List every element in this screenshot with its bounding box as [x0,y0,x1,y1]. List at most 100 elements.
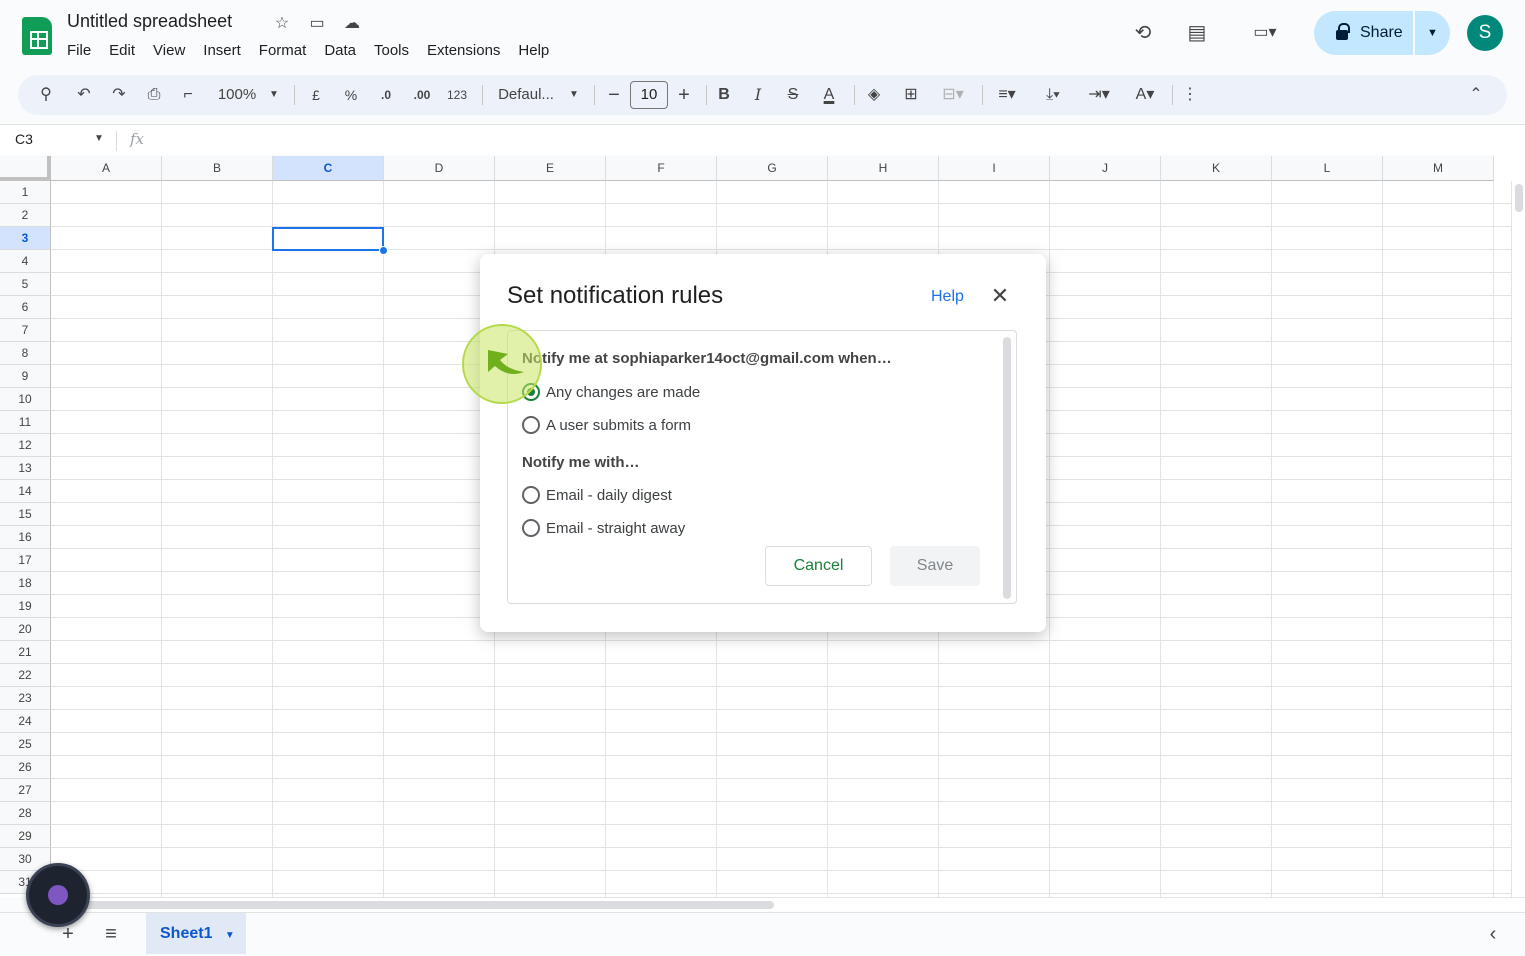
name-box-chevron-down-icon[interactable]: ▼ [94,133,104,144]
collapse-toolbar-icon[interactable]: ⌃ [1464,75,1488,115]
column-header-b[interactable]: B [162,156,273,181]
row-header-25[interactable]: 25 [0,733,51,756]
horizontal-align-icon[interactable]: ≡▾ [988,75,1026,115]
decrease-font-size-icon[interactable]: − [604,75,624,115]
row-header-11[interactable]: 11 [0,411,51,434]
row-header-13[interactable]: 13 [0,457,51,480]
borders-icon[interactable]: ⊞ [899,75,923,115]
row-header-9[interactable]: 9 [0,365,51,388]
more-options-icon[interactable]: ⋮ [1180,75,1200,115]
close-icon[interactable]: ✕ [988,284,1012,308]
format-currency-button[interactable]: £ [306,75,326,115]
column-header-h[interactable]: H [828,156,939,181]
row-header-5[interactable]: 5 [0,273,51,296]
radio-straight-away[interactable]: Email - straight away [522,518,685,538]
italic-button[interactable]: I [748,75,768,115]
row-header-8[interactable]: 8 [0,342,51,365]
increase-font-size-icon[interactable]: + [674,75,694,115]
text-color-icon[interactable]: A [818,75,840,115]
text-wrapping-icon[interactable]: ⇥▾ [1080,75,1118,115]
font-size-input[interactable]: 10 [630,81,668,109]
cloud-status-icon[interactable]: ☁ [341,13,363,35]
select-all-corner[interactable] [0,156,51,181]
increase-decimal-button[interactable]: .00 [408,75,436,115]
share-dropdown-button[interactable]: ▼ [1415,11,1450,55]
row-header-10[interactable]: 10 [0,388,51,411]
column-header-j[interactable]: J [1050,156,1161,181]
menu-tools[interactable]: Tools [365,40,418,62]
column-header-c[interactable]: C [273,156,384,181]
selected-cell[interactable] [272,227,384,251]
sheet-tab-sheet1[interactable]: Sheet1 ▼ [146,913,246,954]
share-button[interactable]: Share [1314,11,1413,55]
menu-view[interactable]: View [144,40,194,62]
star-icon[interactable]: ☆ [271,13,293,35]
column-header-m[interactable]: M [1383,156,1494,181]
row-header-16[interactable]: 16 [0,526,51,549]
row-header-15[interactable]: 15 [0,503,51,526]
row-header-19[interactable]: 19 [0,595,51,618]
menu-edit[interactable]: Edit [100,40,144,62]
fill-color-icon[interactable]: ◈ [862,75,886,115]
radio-form-submit[interactable]: A user submits a form [522,415,691,435]
format-percent-button[interactable]: % [341,75,361,115]
column-header-d[interactable]: D [384,156,495,181]
explore-chevron-left-icon[interactable]: ‹ [1480,921,1506,947]
row-header-2[interactable]: 2 [0,204,51,227]
row-header-28[interactable]: 28 [0,802,51,825]
text-rotation-icon[interactable]: A▾ [1126,75,1164,115]
vertical-scrollbar[interactable] [1511,181,1525,897]
row-header-7[interactable]: 7 [0,319,51,342]
print-icon[interactable]: ⎙ [142,75,166,115]
sheets-logo-icon[interactable] [22,17,52,55]
row-header-17[interactable]: 17 [0,549,51,572]
more-formats-button[interactable]: 123 [444,75,470,115]
row-header-6[interactable]: 6 [0,296,51,319]
row-header-12[interactable]: 12 [0,434,51,457]
menu-format[interactable]: Format [250,40,316,62]
meet-icon[interactable]: ▭▾ [1242,18,1288,48]
column-header-i[interactable]: I [939,156,1050,181]
row-header-24[interactable]: 24 [0,710,51,733]
undo-icon[interactable]: ↶ [72,75,96,115]
cancel-button[interactable]: Cancel [765,546,872,586]
column-header-e[interactable]: E [495,156,606,181]
vertical-align-icon[interactable]: ⤓▾ [1034,75,1072,115]
zoom-select[interactable]: 100% [214,75,260,115]
paint-format-icon[interactable]: ⌐ [176,75,200,115]
save-button[interactable]: Save [890,546,980,586]
vertical-scroll-thumb[interactable] [1515,184,1523,212]
row-header-14[interactable]: 14 [0,480,51,503]
menu-help[interactable]: Help [509,40,558,62]
name-box[interactable]: C3 [15,131,33,147]
radio-daily-digest[interactable]: Email - daily digest [522,485,672,505]
menu-data[interactable]: Data [315,40,365,62]
row-header-26[interactable]: 26 [0,756,51,779]
decrease-decimal-button[interactable]: .0 [373,75,399,115]
row-header-21[interactable]: 21 [0,641,51,664]
horizontal-scrollbar[interactable] [51,897,1525,911]
menu-file[interactable]: File [58,40,100,62]
row-header-18[interactable]: 18 [0,572,51,595]
dialog-scrollbar[interactable] [1003,337,1011,599]
merge-cells-icon[interactable]: ⊟▾ [934,75,972,115]
search-menus-icon[interactable]: ⚲ [34,75,58,115]
column-header-a[interactable]: A [51,156,162,181]
document-title[interactable]: Untitled spreadsheet [67,11,232,32]
font-chevron-down-icon[interactable]: ▼ [566,75,582,115]
row-header-1[interactable]: 1 [0,181,51,204]
avatar[interactable]: S [1467,15,1503,51]
fill-handle[interactable] [379,246,388,255]
move-folder-icon[interactable]: ▭ [306,13,328,35]
strikethrough-icon[interactable]: S [783,75,803,115]
row-header-23[interactable]: 23 [0,687,51,710]
comments-icon[interactable]: ▤ [1182,18,1212,48]
radio-button[interactable] [522,416,540,434]
horizontal-scroll-thumb[interactable] [77,901,774,909]
row-header-4[interactable]: 4 [0,250,51,273]
row-header-20[interactable]: 20 [0,618,51,641]
row-header-3[interactable]: 3 [0,227,51,250]
row-header-27[interactable]: 27 [0,779,51,802]
row-header-22[interactable]: 22 [0,664,51,687]
menu-extensions[interactable]: Extensions [418,40,509,62]
